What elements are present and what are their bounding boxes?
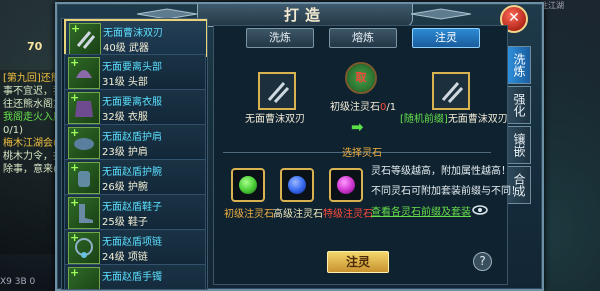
material-need-count: /1	[386, 102, 397, 113]
clothes-icon: +	[68, 91, 100, 124]
info-line-1: 灵石等级越高，附加属性越高！	[371, 166, 511, 177]
equipment-item[interactable]: + 无面要离头部 31级 头部	[64, 54, 206, 90]
material-slot[interactable]: 取	[345, 62, 377, 94]
panel-title: 打造	[197, 4, 413, 27]
equipment-item[interactable]: + 无面曹沫双刃 40级 武器	[64, 19, 207, 57]
necklace-icon: +	[68, 231, 100, 264]
stone-basic-label: 初级注灵石	[224, 209, 274, 220]
bottom-hud: X9 3B 0	[0, 277, 36, 287]
weapon-icon: +	[69, 22, 101, 55]
equipment-item[interactable]: + 无面赵盾护肩 23级 护肩	[64, 124, 206, 160]
bracelet-icon: +	[68, 266, 100, 289]
equipment-list[interactable]: + 无面曹沫双刃 40级 武器 + 无面要离头部 31级 头部 + 无面要离衣服…	[61, 18, 208, 290]
equipment-item[interactable]: + 无面赵盾鞋子 25级 鞋子	[64, 194, 206, 230]
item-level: 31级 头部	[102, 77, 148, 88]
sword-icon	[267, 82, 290, 104]
player-level: 70	[27, 40, 43, 53]
top-right-hud: 往江湖	[540, 1, 564, 10]
source-item-name: 无面曹沫双刃	[245, 114, 305, 125]
item-level: 24级 项链	[102, 252, 148, 263]
item-level: 32级 衣服	[102, 112, 148, 123]
spirit-stone-icon: 取	[347, 64, 375, 92]
tab-wash[interactable]: 洗炼	[246, 28, 314, 48]
side-tab-enhance[interactable]: 强化	[508, 86, 531, 124]
stone-premium-label: 特级注灵石	[323, 209, 373, 220]
item-name: 无面要离头部	[102, 62, 162, 73]
source-item-slot[interactable]	[258, 72, 296, 110]
shoulder-guard-icon: +	[68, 126, 100, 159]
item-name: 无面要离衣服	[102, 97, 162, 108]
help-button[interactable]: ?	[473, 252, 492, 271]
item-name: 无面赵盾护肩	[102, 132, 162, 143]
stone-basic[interactable]	[231, 168, 265, 202]
side-tab-wash[interactable]: 洗炼	[508, 46, 531, 84]
result-item-name: [随机前缀]无面曹沫双刃	[400, 110, 508, 125]
result-prefix: [随机前缀]	[400, 114, 448, 125]
helmet-icon: +	[68, 56, 100, 89]
item-level: 26级 护腕	[102, 182, 148, 193]
item-name: 无面曹沫双刃	[103, 28, 163, 39]
sword-icon	[441, 82, 464, 104]
view-stone-prefix-link[interactable]: 查看各灵石前缀及套装	[371, 203, 471, 218]
bracer-icon: +	[68, 161, 100, 194]
side-tab-inlay[interactable]: 镶嵌	[508, 126, 531, 164]
stone-advanced[interactable]	[280, 168, 314, 202]
equipment-item[interactable]: + 无面赵盾手镯	[64, 264, 206, 289]
item-name: 无面赵盾鞋子	[102, 202, 162, 213]
purple-gem-icon	[337, 176, 355, 194]
item-level: 23级 护肩	[102, 147, 148, 158]
equipment-item[interactable]: + 无面要离衣服 32级 衣服	[64, 89, 206, 125]
stone-advanced-label: 高级注灵石	[273, 209, 323, 220]
item-name: 无面赵盾手镯	[102, 272, 162, 283]
item-level: 25级 鞋子	[102, 217, 148, 228]
equipment-item[interactable]: + 无面赵盾护腕 26级 护腕	[64, 159, 206, 195]
stone-premium[interactable]	[329, 168, 363, 202]
item-name: 无面赵盾项链	[102, 237, 162, 248]
infuse-button[interactable]: 注灵	[327, 251, 389, 273]
eye-icon[interactable]	[472, 202, 488, 218]
tab-smelt[interactable]: 熔炼	[329, 28, 397, 48]
stone-section-title: 选择灵石	[342, 148, 382, 159]
title-wing-right-ornament	[411, 8, 471, 20]
arrow-right-icon: ➡	[351, 118, 364, 136]
item-name: 无面赵盾护腕	[102, 167, 162, 178]
blue-gem-icon	[288, 176, 306, 194]
material-name: 初级注灵石0/1	[330, 98, 396, 113]
item-level: 40级 武器	[103, 43, 149, 54]
boots-icon: +	[68, 196, 100, 229]
green-gem-icon	[239, 176, 257, 194]
material-label: 初级注灵石	[330, 102, 380, 113]
result-item-slot	[432, 72, 470, 110]
tab-infuse[interactable]: 注灵	[412, 28, 480, 48]
info-line-2: 不同灵石可附加套装前缀与不同！	[371, 186, 521, 197]
result-item: 无面曹沫双刃	[447, 114, 508, 125]
equipment-item[interactable]: + 无面赵盾项链 24级 项链	[64, 229, 206, 265]
